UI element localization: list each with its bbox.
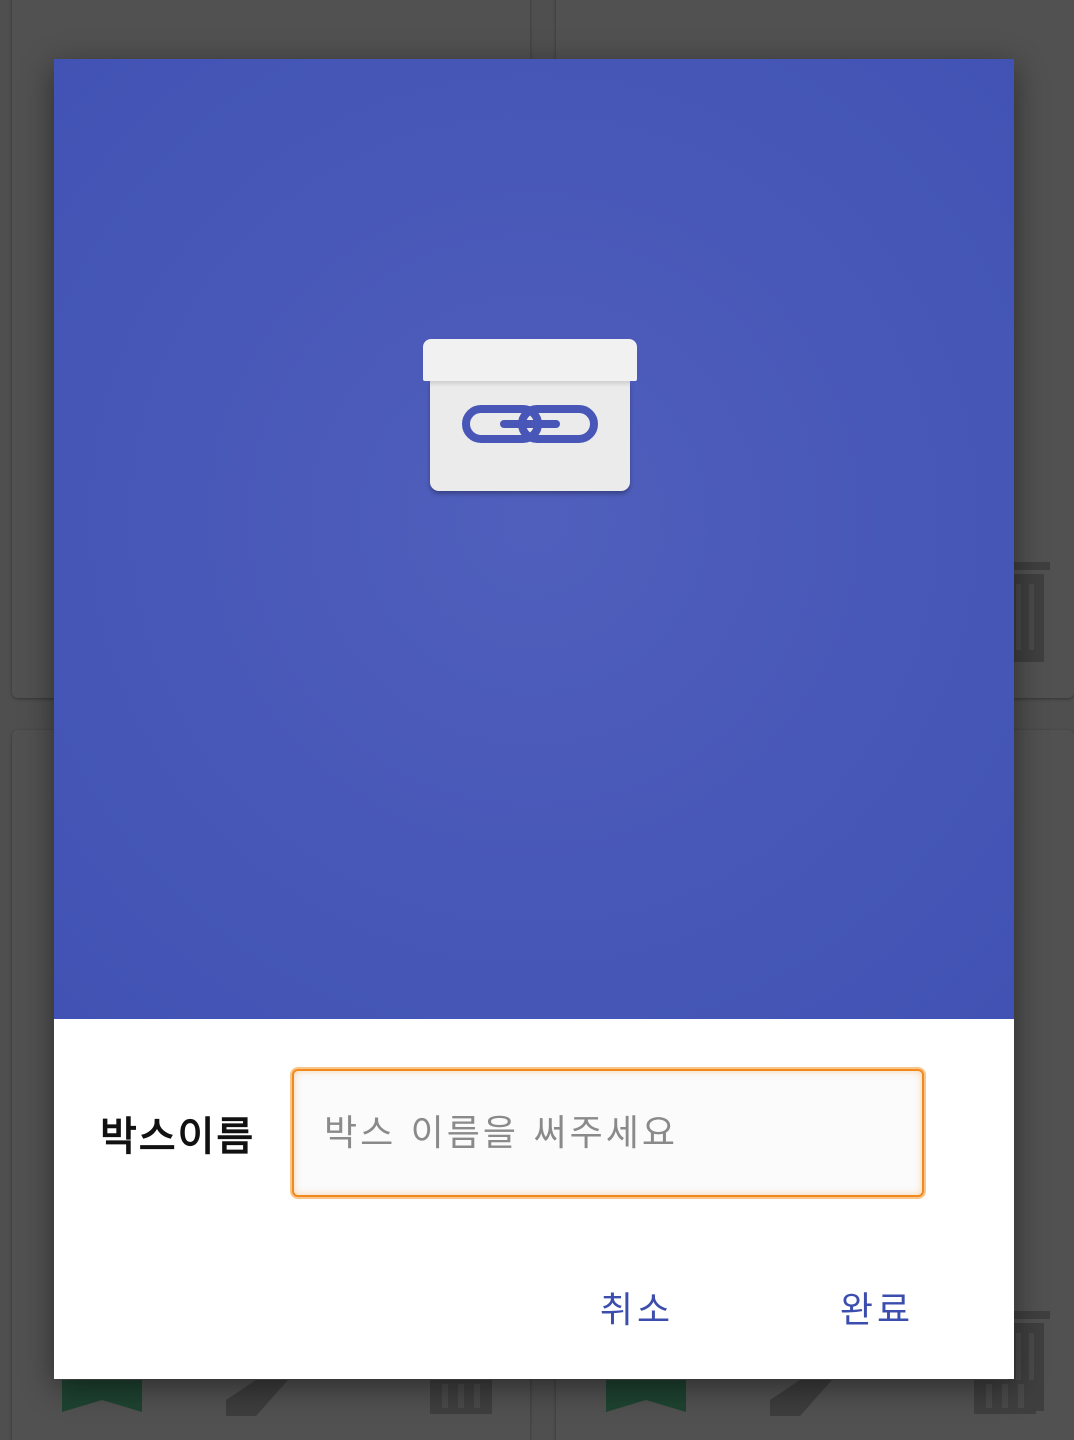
trash-icon <box>430 1380 492 1414</box>
create-box-dialog: 박스이름 취소 완료 <box>54 59 1014 1379</box>
done-button[interactable]: 완료 <box>822 1279 932 1343</box>
cancel-button[interactable]: 취소 <box>582 1279 692 1343</box>
link-box-icon <box>423 339 639 495</box>
bookmark-icon <box>606 1380 686 1412</box>
box-name-input[interactable] <box>292 1069 924 1197</box>
pencil-icon <box>770 1380 832 1416</box>
box-name-row: 박스이름 <box>54 1067 1014 1201</box>
dialog-actions: 취소 완료 <box>54 1279 1014 1343</box>
box-name-label: 박스이름 <box>100 1114 256 1160</box>
box-lid-shadow <box>430 381 630 387</box>
box-lid <box>423 339 637 381</box>
link-icon <box>462 405 598 443</box>
pencil-icon <box>226 1380 288 1416</box>
dialog-header <box>54 59 1014 1019</box>
trash-icon <box>974 1380 1036 1414</box>
bookmark-icon <box>62 1380 142 1412</box>
